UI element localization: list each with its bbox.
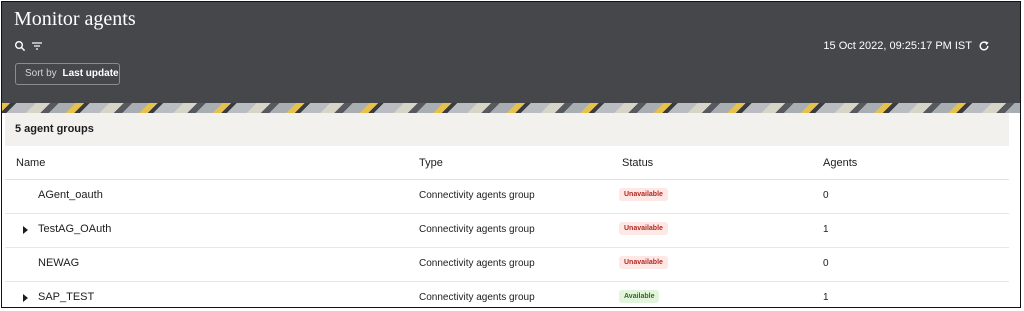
group-count: 5 agent groups <box>5 113 1009 146</box>
agent-groups-panel: 5 agent groups Name Type Status Agents A… <box>5 113 1009 307</box>
column-header-status[interactable]: Status <box>622 157 653 169</box>
table-header-row: Name Type Status Agents <box>5 146 1009 180</box>
table-row[interactable]: AGent_oauth Connectivity agents group Un… <box>5 180 1009 214</box>
status-badge: Unavailable <box>619 222 668 235</box>
row-type: Connectivity agents group <box>419 258 535 269</box>
row-agents: 0 <box>823 258 829 269</box>
column-header-name[interactable]: Name <box>16 157 45 169</box>
caret-right-icon[interactable] <box>23 294 28 302</box>
row-agents: 1 <box>823 292 829 303</box>
sort-by-value: Last update <box>62 68 119 79</box>
table-row[interactable]: TestAG_OAuth Connectivity agents group U… <box>5 214 1009 248</box>
row-agents: 1 <box>823 224 829 235</box>
status-badge: Unavailable <box>619 256 668 269</box>
row-name: AGent_oauth <box>38 189 103 201</box>
row-name: TestAG_OAuth <box>38 223 112 235</box>
page-header: Monitor agents Sort by Last update 15 Oc… <box>2 2 1020 105</box>
row-type: Connectivity agents group <box>419 224 535 235</box>
row-name: NEWAG <box>38 257 80 269</box>
search-icon[interactable] <box>14 39 26 52</box>
status-badge: Available <box>619 290 660 303</box>
table-row[interactable]: SAP_TEST Connectivity agents group Avail… <box>5 282 1009 307</box>
sort-by-button[interactable]: Sort by Last update <box>15 63 120 85</box>
column-header-type[interactable]: Type <box>419 157 443 169</box>
row-agents: 0 <box>823 190 829 201</box>
column-header-agents[interactable]: Agents <box>823 157 857 169</box>
last-updated-timestamp: 15 Oct 2022, 09:25:17 PM IST <box>823 40 972 52</box>
sort-by-label: Sort by <box>25 68 57 79</box>
row-type: Connectivity agents group <box>419 292 535 303</box>
status-badge: Unavailable <box>619 188 668 201</box>
row-type: Connectivity agents group <box>419 190 535 201</box>
app-frame: Monitor agents Sort by Last update 15 Oc… <box>1 1 1021 308</box>
table-row[interactable]: NEWAG Connectivity agents group Unavaila… <box>5 248 1009 282</box>
decorative-banner <box>2 103 1020 113</box>
caret-right-icon[interactable] <box>23 226 28 234</box>
row-name: SAP_TEST <box>38 291 95 303</box>
filter-icon[interactable] <box>31 39 43 51</box>
page-title: Monitor agents <box>14 8 136 30</box>
refresh-icon[interactable] <box>978 39 990 51</box>
